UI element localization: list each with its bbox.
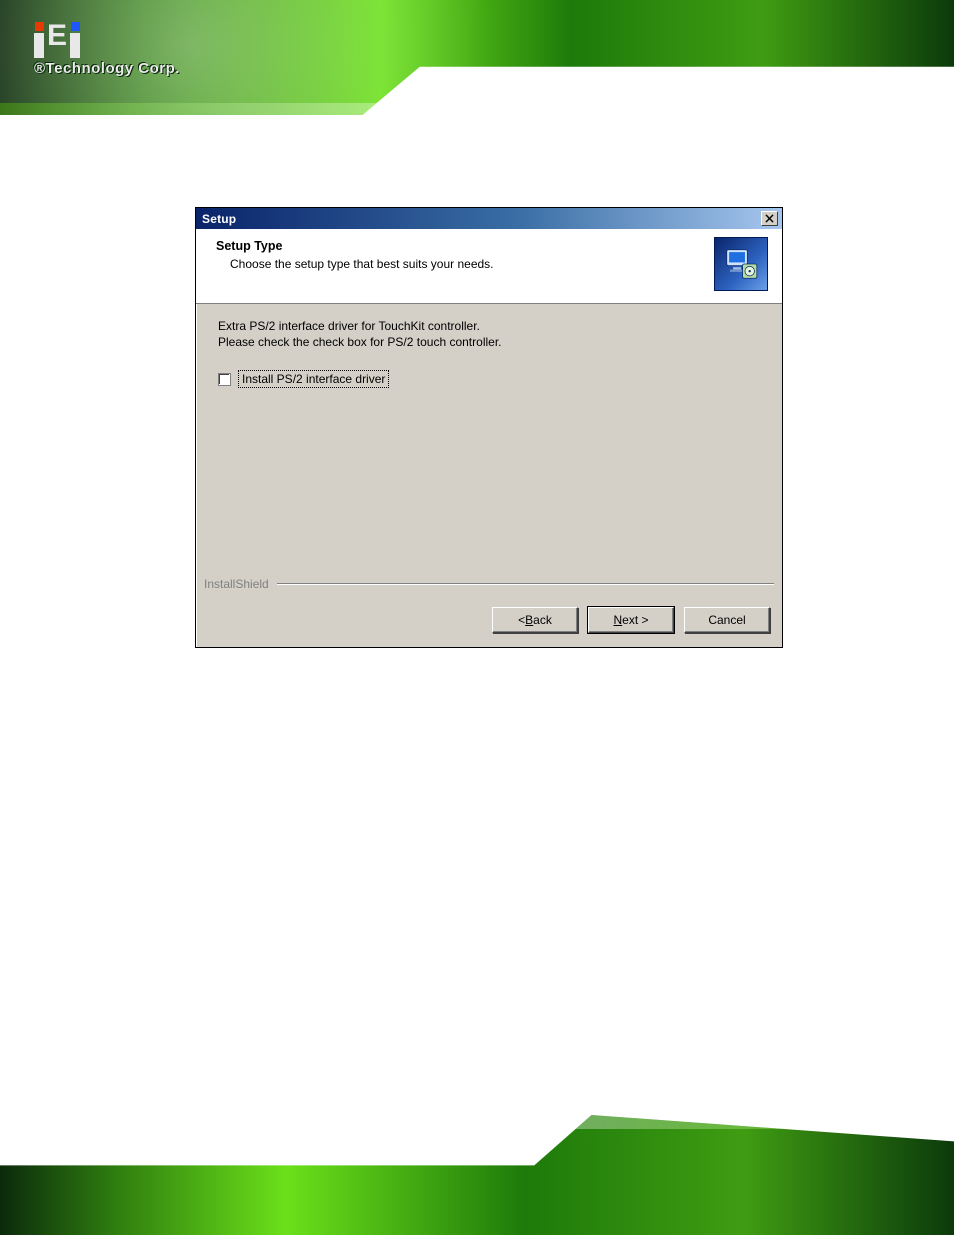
page-footer-banner [0, 1115, 954, 1235]
dialog-title: Setup [202, 212, 236, 226]
cancel-button-label: Cancel [708, 613, 745, 627]
brand-tagline: ®Technology Corp. [34, 60, 180, 77]
dialog-sub-header: Setup Type Choose the setup type that be… [196, 229, 782, 304]
dialog-body: Extra PS/2 interface driver for TouchKit… [196, 304, 782, 388]
brand-logo-block: E ®Technology Corp. [34, 22, 180, 77]
divider-line [277, 583, 774, 585]
computer-box-icon [722, 245, 760, 283]
next-button-accel: N [613, 613, 622, 627]
body-text-line-2: Please check the check box for PS/2 touc… [218, 334, 760, 350]
setup-dialog: Setup Setup Type Choose the setup type t… [195, 207, 783, 648]
installer-wizard-icon [714, 237, 768, 291]
back-button[interactable]: < Back [492, 607, 578, 633]
back-button-prefix: < [518, 613, 525, 627]
setup-type-heading: Setup Type [216, 239, 704, 253]
next-button[interactable]: Next > [588, 607, 674, 633]
back-button-rest: ack [533, 613, 552, 627]
installshield-brand-label: InstallShield [204, 577, 269, 591]
iei-logo: E [34, 22, 180, 58]
close-icon [765, 214, 774, 223]
install-ps2-checkbox[interactable] [218, 373, 231, 386]
dialog-titlebar: Setup [196, 208, 782, 229]
setup-type-subtitle: Choose the setup type that best suits yo… [230, 257, 704, 271]
cancel-button[interactable]: Cancel [684, 607, 770, 633]
close-button[interactable] [761, 211, 778, 226]
body-text-line-1: Extra PS/2 interface driver for TouchKit… [218, 318, 760, 334]
dialog-button-row: < Back Next > Cancel [492, 607, 770, 633]
install-ps2-checkbox-label[interactable]: Install PS/2 interface driver [238, 370, 389, 388]
installshield-divider: InstallShield [204, 577, 774, 591]
back-button-accel: B [525, 613, 533, 627]
next-button-rest: ext > [622, 613, 648, 627]
